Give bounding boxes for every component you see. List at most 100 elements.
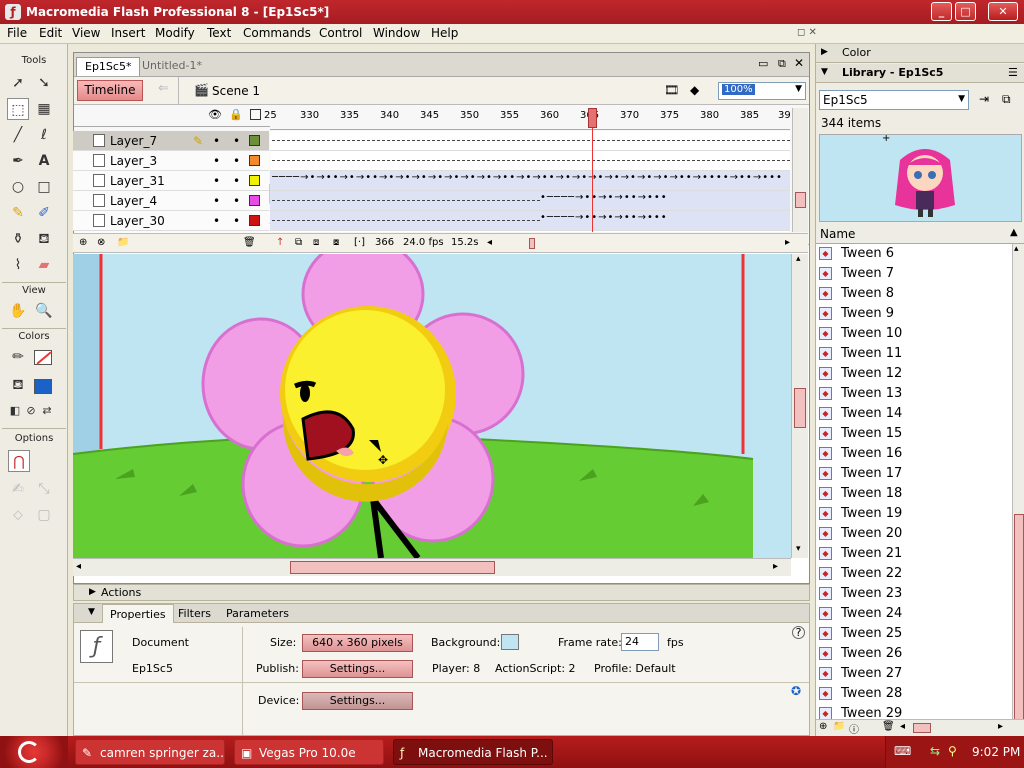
menu-file[interactable]: File: [7, 26, 27, 40]
eye-icon[interactable]: 👁: [208, 108, 222, 121]
library-panel-header[interactable]: ▼ Library - Ep1Sc5 ☰: [816, 64, 1024, 83]
sort-icon[interactable]: ▲: [1010, 227, 1018, 238]
panel-menu-icon[interactable]: ☰: [1008, 66, 1018, 79]
search-icon[interactable]: ⚲: [948, 744, 957, 758]
layer-color-swatch[interactable]: [249, 175, 260, 186]
lock-dot[interactable]: •: [233, 154, 240, 168]
library-item[interactable]: ◆ Tween 27: [816, 664, 1012, 684]
library-vscroll[interactable]: ▴: [1012, 244, 1024, 734]
visibility-dot[interactable]: •: [213, 214, 220, 228]
size-button[interactable]: 640 x 360 pixels: [302, 634, 413, 652]
onion-outline-icon[interactable]: ⧈: [313, 237, 319, 248]
scroll-thumb[interactable]: [794, 388, 806, 428]
frame-row[interactable]: •────→••→•→••→•••: [270, 211, 790, 231]
collapse-arrow-icon[interactable]: ▼: [88, 607, 95, 617]
timeline-hscroll-thumb[interactable]: [529, 238, 535, 249]
fill-transform-icon[interactable]: ▦: [33, 98, 55, 120]
insert-layer-icon[interactable]: ⊕: [79, 237, 87, 248]
paint-bucket-icon[interactable]: ⛾: [33, 228, 55, 250]
clock[interactable]: 9:02 PM: [972, 745, 1020, 759]
arrow-icon[interactable]: ➚: [7, 72, 29, 94]
swap-colors-icon[interactable]: ⇄: [36, 400, 58, 422]
hand-icon[interactable]: ✋: [7, 300, 29, 322]
background-color-swatch[interactable]: [501, 634, 519, 650]
scroll-thumb[interactable]: [1014, 514, 1024, 734]
library-item[interactable]: ◆ Tween 10: [816, 324, 1012, 344]
stage[interactable]: ✥: [73, 254, 791, 558]
stroke-color-icon[interactable]: ✏: [7, 346, 29, 368]
expand-arrow-icon[interactable]: ▶: [821, 47, 828, 57]
minimize-icon[interactable]: _: [931, 2, 952, 21]
device-settings-button[interactable]: Settings...: [302, 692, 413, 710]
collapse-arrow-icon[interactable]: ▼: [821, 67, 828, 77]
layer-row-layer-30[interactable]: Layer_30 • •: [73, 211, 269, 231]
tab-filters[interactable]: Filters: [178, 607, 211, 620]
frame-row[interactable]: [270, 151, 790, 171]
frame-row[interactable]: [270, 131, 790, 151]
zoom-select[interactable]: 100% ▼: [718, 82, 806, 100]
accessibility-icon[interactable]: ✪: [791, 684, 801, 698]
expand-arrow-icon[interactable]: ▶: [89, 587, 96, 597]
framerate-input[interactable]: 24: [621, 633, 659, 651]
line-icon[interactable]: ╱: [7, 124, 29, 146]
library-item[interactable]: ◆ Tween 24: [816, 604, 1012, 624]
fill-color-swatch[interactable]: [34, 379, 52, 394]
color-panel-header[interactable]: ▶ Color: [816, 44, 1024, 63]
trash-icon[interactable]: 🗑: [243, 237, 256, 248]
visibility-dot[interactable]: •: [213, 174, 220, 188]
add-guide-icon[interactable]: ⊗: [97, 237, 105, 248]
playhead[interactable]: [588, 108, 597, 232]
library-item[interactable]: ◆ Tween 8: [816, 284, 1012, 304]
hscroll-thumb[interactable]: [913, 723, 931, 733]
new-folder-icon[interactable]: 📁: [833, 721, 845, 732]
lock-icon[interactable]: 🔒: [229, 108, 243, 121]
publish-settings-button[interactable]: Settings...: [302, 660, 413, 678]
text-icon[interactable]: A: [33, 150, 55, 172]
visibility-dot[interactable]: •: [213, 154, 220, 168]
ink-bottle-icon[interactable]: ⚱: [7, 228, 29, 250]
playhead-handle[interactable]: [588, 108, 597, 128]
taskbar-item-vegas[interactable]: ▣ Vegas Pro 10.0e: [234, 739, 384, 765]
scroll-right-icon[interactable]: ▸: [785, 237, 790, 248]
library-item[interactable]: ◆ Tween 19: [816, 504, 1012, 524]
tab-untitled-1[interactable]: Untitled-1*: [134, 57, 210, 76]
insert-folder-icon[interactable]: 📁: [117, 237, 129, 248]
menu-view[interactable]: View: [72, 26, 100, 40]
layer-row-layer-4[interactable]: Layer_4 • •: [73, 191, 269, 211]
frame-row[interactable]: ────→•→••→•→••→•→•→•→•→•→•→•→••→•→••→•→•…: [270, 171, 790, 191]
library-item[interactable]: ◆ Tween 22: [816, 564, 1012, 584]
help-icon[interactable]: ?: [792, 626, 805, 639]
library-item[interactable]: ◆ Tween 28: [816, 684, 1012, 704]
stage-hscroll[interactable]: ◂ ▸: [73, 558, 791, 576]
library-item[interactable]: ◆ Tween 7: [816, 264, 1012, 284]
actions-panel-header[interactable]: ▶ Actions: [73, 584, 810, 601]
library-item[interactable]: ◆ Tween 23: [816, 584, 1012, 604]
lock-dot[interactable]: •: [233, 174, 240, 188]
library-item[interactable]: ◆ Tween 13: [816, 384, 1012, 404]
close-icon[interactable]: ✕: [988, 2, 1018, 21]
library-item[interactable]: ◆ Tween 14: [816, 404, 1012, 424]
taskbar-item-flash[interactable]: ƒ Macromedia Flash P...: [393, 739, 553, 765]
lasso-icon[interactable]: ℓ: [33, 124, 55, 146]
tab-ep1sc5[interactable]: Ep1Sc5*: [76, 57, 141, 76]
timeline-toggle-button[interactable]: Timeline: [77, 80, 143, 101]
start-button[interactable]: [0, 736, 68, 768]
library-item[interactable]: ◆ Tween 11: [816, 344, 1012, 364]
menu-modify[interactable]: Modify: [155, 26, 195, 40]
snap-magnet-icon[interactable]: ⋂: [8, 450, 30, 472]
library-item[interactable]: ◆ Tween 6: [816, 244, 1012, 264]
fill-color-icon[interactable]: ⛾: [7, 374, 29, 396]
taskbar-item-camren[interactable]: ✎ camren springer za...: [75, 739, 225, 765]
library-item[interactable]: ◆ Tween 9: [816, 304, 1012, 324]
stroke-color-swatch[interactable]: [34, 350, 52, 365]
document-restore-icon[interactable]: ◻ ✕: [797, 27, 817, 38]
onion-markers-icon[interactable]: [·]: [354, 237, 365, 248]
menu-commands[interactable]: Commands: [243, 26, 311, 40]
timeline-vscroll[interactable]: [792, 108, 808, 232]
library-item[interactable]: ◆ Tween 29: [816, 704, 1012, 719]
tab-properties[interactable]: Properties: [102, 604, 174, 623]
layer-color-swatch[interactable]: [249, 135, 260, 146]
pin-library-icon[interactable]: ⇥: [979, 92, 989, 106]
doc-restore-icon[interactable]: ▭: [758, 57, 768, 70]
library-item[interactable]: ◆ Tween 16: [816, 444, 1012, 464]
